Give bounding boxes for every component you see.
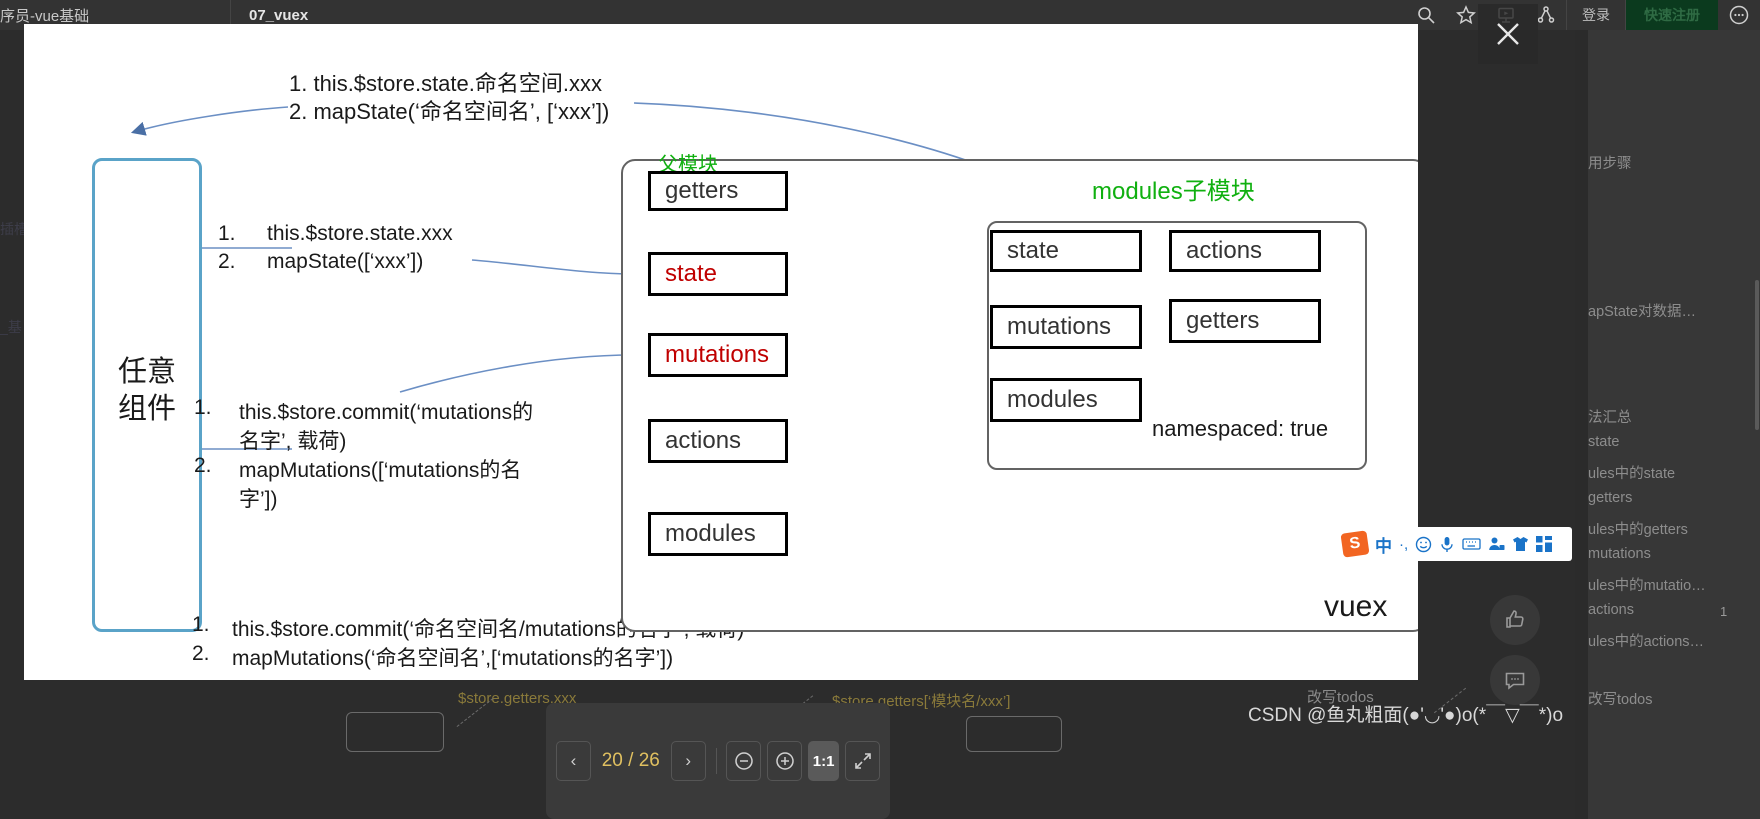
module-box-modules[interactable]: modules <box>990 378 1142 422</box>
toc-item[interactable]: ules中的getters <box>1588 518 1760 539</box>
comment-button[interactable] <box>1490 655 1540 705</box>
parent-box-modules[interactable]: modules <box>648 512 788 556</box>
more-icon[interactable] <box>1718 0 1760 30</box>
toc-item[interactable]: actions <box>1588 602 1760 618</box>
toc-item[interactable]: ules中的actions… <box>1588 630 1760 651</box>
login-button[interactable]: 登录 <box>1566 0 1626 30</box>
component-label-line1: 任意 <box>117 356 176 388</box>
toc-item[interactable]: ules中的state <box>1588 462 1760 483</box>
like-button[interactable] <box>1490 595 1540 645</box>
state-note-num2: 2. <box>218 250 236 273</box>
toc-item[interactable]: mutations <box>1588 546 1760 562</box>
image-viewer-toolbar: ‹ 20 / 26 › 1:1 <box>546 703 890 819</box>
page-title: 07_vuex <box>249 6 309 24</box>
module-box-state[interactable]: state <box>990 230 1142 272</box>
parent-box-mutations[interactable]: mutations <box>648 333 788 377</box>
actual-size-button[interactable]: 1:1 <box>807 741 840 781</box>
sogou-logo-icon[interactable]: S <box>1340 530 1370 558</box>
component-label-line2: 组件 <box>117 393 176 426</box>
toc-edge <box>1575 30 1588 819</box>
toc-item[interactable]: 改写todos <box>1588 688 1760 709</box>
apps-icon[interactable] <box>1536 536 1553 552</box>
toc-item[interactable]: getters <box>1588 490 1760 506</box>
keyboard-icon[interactable] <box>1462 537 1481 551</box>
user-icon[interactable] <box>1488 536 1505 552</box>
module-box-getters[interactable]: getters <box>1169 299 1321 343</box>
divider <box>715 748 717 774</box>
toc-scrollbar[interactable] <box>1755 280 1759 430</box>
topbar-actions: 登录 快速注册 <box>1406 0 1760 30</box>
close-icon[interactable] <box>1478 4 1538 64</box>
zoom-out-button[interactable] <box>726 741 762 781</box>
image-viewer-overlay[interactable]: 1. this.$store.state.命名空间.xxx 2. mapStat… <box>24 24 1418 680</box>
namespaced-access-note-line2: 2. mapState(‘命名空间名’, [‘xxx’]) <box>289 99 610 124</box>
toc-item[interactable]: apState对数据… <box>1588 300 1760 321</box>
component-box-label: 任意 组件 <box>92 354 202 428</box>
ime-punctuation-toggle[interactable]: ·, <box>1399 536 1408 553</box>
mutations-note-line2b: 字’]) <box>239 488 278 511</box>
ime-toolbar[interactable]: S 中 ·, <box>1336 527 1572 561</box>
bottom-note-num1: 1. <box>192 613 210 636</box>
mutations-note-line1b: 名字’, 载荷) <box>239 430 347 453</box>
table-of-contents: 用步骤 apState对数据… 法汇总 state ules中的state ge… <box>1588 30 1760 819</box>
register-button[interactable]: 快速注册 <box>1626 0 1718 30</box>
module-box-mutations[interactable]: mutations <box>990 305 1142 349</box>
toc-item[interactable]: state <box>1588 434 1760 450</box>
bottom-note-line2: mapMutations(‘命名空间名’,[‘mutations的名字’]) <box>232 647 674 670</box>
skin-icon[interactable] <box>1512 536 1529 552</box>
mic-icon[interactable] <box>1439 536 1455 553</box>
mutations-note-num1: 1. <box>194 396 212 419</box>
state-note-num1: 1. <box>218 222 236 245</box>
fullscreen-button[interactable] <box>845 741 880 781</box>
page-indicator: 20 / 26 <box>601 750 660 771</box>
watermark: CSDN @鱼丸粗面(●'◡'●)o(*￣▽￣*)o <box>1248 705 1564 726</box>
toc-item[interactable]: 用步骤 <box>1588 152 1760 173</box>
module-box-actions[interactable]: actions <box>1169 230 1321 272</box>
like-count: 1 <box>1720 604 1728 619</box>
next-page-button[interactable]: › <box>670 741 706 781</box>
modules-submodule-label: modules子模块 <box>1092 178 1255 205</box>
bottom-note-num2: 2. <box>192 642 210 665</box>
toc-item[interactable]: 法汇总 <box>1588 406 1760 427</box>
emoji-icon[interactable] <box>1415 536 1432 553</box>
parent-box-getters[interactable]: getters <box>648 171 788 211</box>
zoom-in-button[interactable] <box>767 741 802 781</box>
ime-mode-label[interactable]: 中 <box>1375 532 1392 557</box>
breadcrumb[interactable]: 序员-vue基础 <box>0 5 230 26</box>
thumbnail-card[interactable] <box>966 716 1062 752</box>
namespaced-true-text: namespaced: true <box>1152 416 1329 441</box>
prev-page-button[interactable]: ‹ <box>556 741 591 781</box>
state-note-line2: mapState([‘xxx’]) <box>267 250 424 273</box>
vuex-label: vuex <box>1324 590 1388 623</box>
mutations-note-num2: 2. <box>194 454 212 477</box>
parent-box-state[interactable]: state <box>648 252 788 296</box>
mutations-note-line1: this.$store.commit(‘mutations的 <box>239 401 534 424</box>
state-note-line1: this.$store.state.xxx <box>267 222 453 245</box>
toc-item[interactable]: ules中的mutatio… <box>1588 574 1760 595</box>
screen-root: 序员-vue基础 07_vuex 登录 快速注册 插槽 _基 用步骤 apSta… <box>0 0 1760 819</box>
parent-box-actions[interactable]: actions <box>648 419 788 463</box>
mutations-note-line2: mapMutations([‘mutations的名 <box>239 459 522 482</box>
thumbnail-card[interactable] <box>346 712 444 752</box>
